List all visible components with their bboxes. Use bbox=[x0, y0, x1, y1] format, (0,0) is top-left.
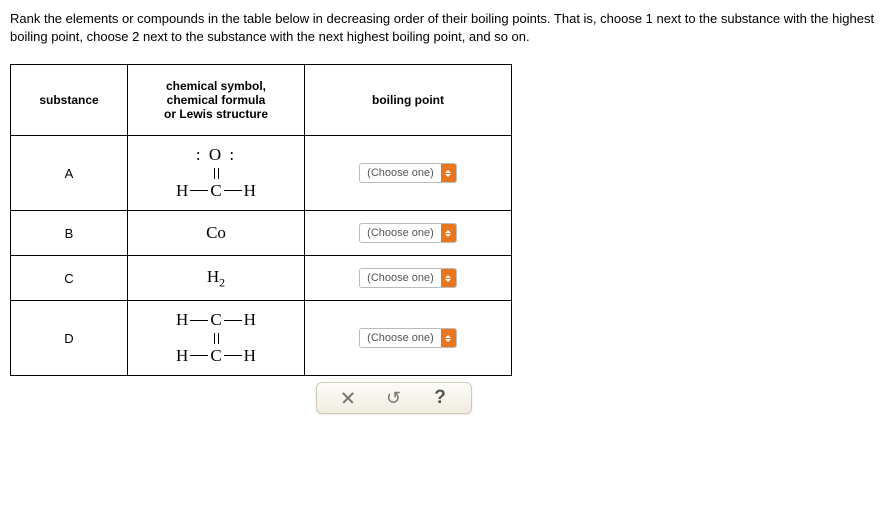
help-button[interactable]: ? bbox=[431, 389, 449, 407]
table-row: A : O : HCH (Choose one) bbox=[11, 136, 512, 211]
substance-label: C bbox=[11, 256, 128, 301]
rank-select-d[interactable]: (Choose one) bbox=[359, 328, 457, 348]
header-chemical: chemical symbol, chemical formula or Lew… bbox=[128, 65, 305, 136]
chevron-updown-icon bbox=[441, 224, 456, 242]
action-toolbar: ↻ ? bbox=[316, 382, 472, 414]
chemical-formula-hydrogen: H2 bbox=[128, 256, 305, 301]
ranking-table: substance chemical symbol, chemical form… bbox=[10, 64, 512, 376]
close-icon bbox=[341, 391, 355, 405]
table-row: D HCH HCH (Choose one) bbox=[11, 301, 512, 376]
table-row: B Co (Choose one) bbox=[11, 211, 512, 256]
chevron-updown-icon bbox=[441, 164, 456, 182]
header-boiling-point: boiling point bbox=[305, 65, 512, 136]
table-row: C H2 (Choose one) bbox=[11, 256, 512, 301]
substance-label: A bbox=[11, 136, 128, 211]
substance-label: D bbox=[11, 301, 128, 376]
chemical-symbol-cobalt: Co bbox=[128, 211, 305, 256]
chevron-updown-icon bbox=[441, 269, 456, 287]
lewis-structure-formaldehyde: : O : HCH bbox=[128, 136, 305, 211]
undo-button[interactable]: ↻ bbox=[385, 389, 403, 407]
rank-select-a[interactable]: (Choose one) bbox=[359, 163, 457, 183]
rank-select-c[interactable]: (Choose one) bbox=[359, 268, 457, 288]
instructions-text: Rank the elements or compounds in the ta… bbox=[10, 10, 886, 46]
substance-label: B bbox=[11, 211, 128, 256]
rank-select-b[interactable]: (Choose one) bbox=[359, 223, 457, 243]
undo-icon: ↻ bbox=[386, 388, 401, 409]
clear-button[interactable] bbox=[339, 389, 357, 407]
lewis-structure-ethylene: HCH HCH bbox=[128, 301, 305, 376]
chevron-updown-icon bbox=[441, 329, 456, 347]
header-substance: substance bbox=[11, 65, 128, 136]
